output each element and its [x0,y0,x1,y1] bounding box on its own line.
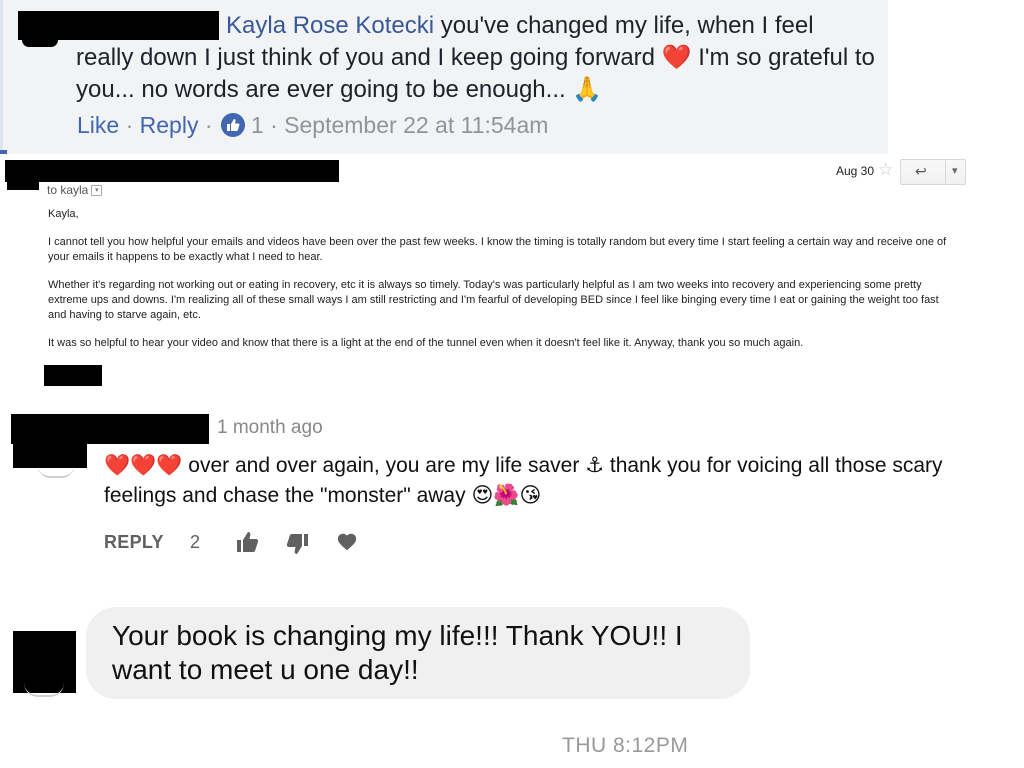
email-body: Kayla, I cannot tell you how helpful you… [48,207,953,364]
heart-emoji-icon: ❤️ [661,44,692,71]
like-link[interactable]: Like [77,112,119,138]
redacted-commenter-avatar [22,40,58,47]
email-paragraph: Whether it's regarding not working out o… [48,279,939,321]
youtube-comment-text: ❤️❤️❤️ over and over again, you are my l… [104,451,964,511]
like-count: 2 [190,532,201,552]
redacted-commenter-avatar [13,444,87,468]
message-text: Your book is changing my life!!! Thank Y… [112,620,683,685]
face-flower-kiss-emoji-icon: 😍🌺😘 [471,484,542,507]
comment-timestamp[interactable]: September 22 at 11:54am [284,112,548,138]
pray-emoji-icon: 🙏 [572,76,603,103]
comment-time-ago[interactable]: 1 month ago [217,417,323,439]
reply-button-group: ↩ ▾ [900,159,966,185]
email-recipient-line: to kayla ▾ [47,183,103,197]
thumbs-up-icon[interactable] [220,113,245,137]
chevron-down-icon[interactable]: ▾ [91,185,103,197]
email-paragraph: I cannot tell you how helpful your email… [48,236,947,263]
more-options-icon[interactable]: ▾ [952,164,958,177]
anchor-emoji-icon: ⚓ [585,454,605,477]
separator: · [204,112,213,138]
youtube-comment-body-1: over and over again, you are my life sav… [188,454,580,477]
thumbs-up-icon[interactable] [236,530,260,559]
avatar-edge [24,683,64,697]
avatar-edge [38,466,74,478]
email-date: Aug 30 [836,164,875,178]
email-paragraph: It was so helpful to hear your video and… [48,337,804,349]
redacted-sender-avatar [7,182,39,190]
message-timestamp: THU 8:12PM [562,734,689,757]
reply-arrow-icon[interactable]: ↩ [915,163,927,180]
hearts-emoji-icon: ❤️❤️❤️ [104,454,183,477]
facebook-comment-author[interactable]: Kayla Rose Kotecki [226,12,434,39]
like-count: 1 [250,112,264,138]
separator: · [270,112,278,138]
star-icon[interactable]: ☆ [878,160,893,180]
facebook-comment-text: Kayla Rose Kotecki you've changed my lif… [76,10,876,106]
reply-link[interactable]: Reply [140,112,199,138]
thumbs-down-icon[interactable] [285,532,309,561]
facebook-thread-line [0,0,3,154]
redacted-email-signature [44,365,102,386]
facebook-comment-actions: Like · Reply · 1 · September 22 at 11:54… [77,111,548,139]
facebook-accent-line [0,150,7,154]
heart-icon[interactable] [336,531,358,558]
email-greeting: Kayla, [48,208,79,220]
recipient-label: to kayla [47,183,89,197]
button-divider [945,160,946,184]
redacted-sender-name [5,160,339,182]
reply-button[interactable]: REPLY [104,532,164,553]
redacted-commenter-name [11,414,209,444]
separator: · [125,112,134,138]
